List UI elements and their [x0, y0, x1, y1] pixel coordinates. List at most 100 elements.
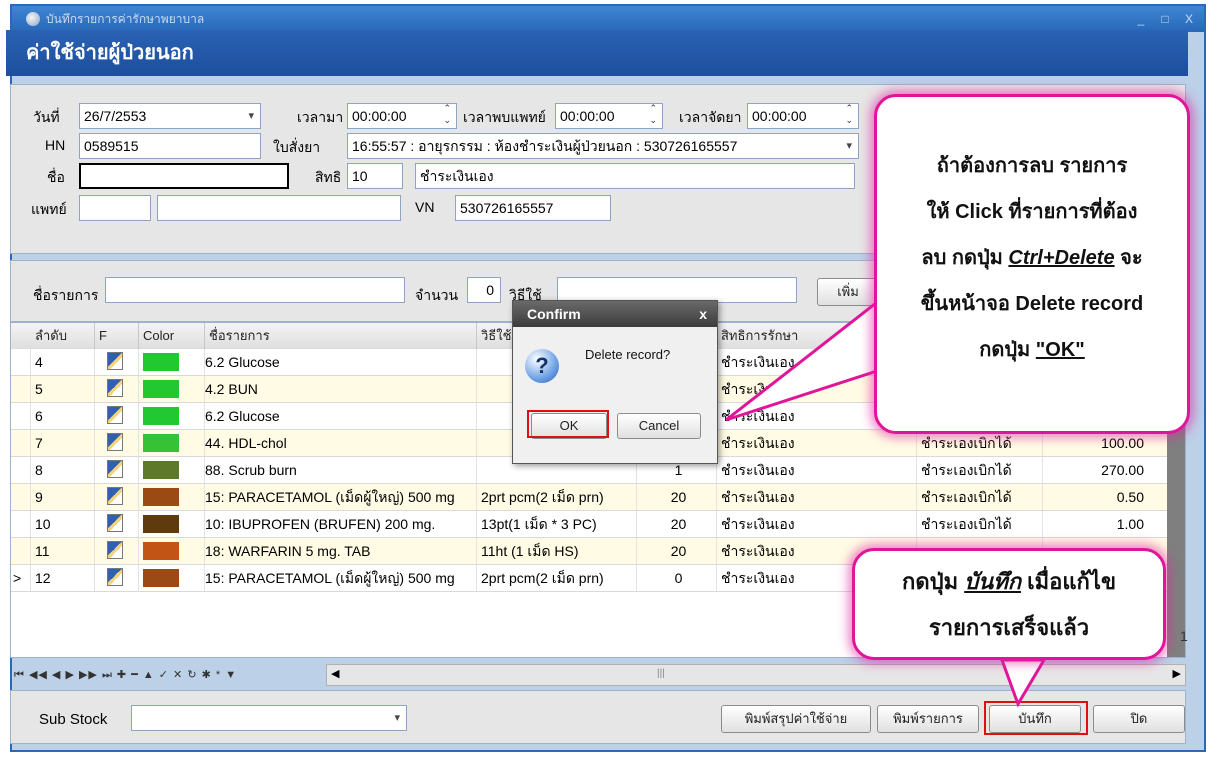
row-edit[interactable]	[95, 403, 139, 429]
arrival-time-field[interactable]: 00:00:00	[347, 103, 457, 129]
row-item-name: 4.2 BUN	[205, 376, 477, 402]
edit-icon[interactable]	[107, 352, 123, 370]
edit-icon[interactable]	[107, 433, 123, 451]
date-field[interactable]: 26/7/2553	[79, 103, 261, 129]
row-color	[139, 349, 205, 375]
color-swatch	[143, 434, 179, 452]
patient-name-field[interactable]	[79, 163, 289, 189]
edit-icon[interactable]	[107, 487, 123, 505]
window-titlebar: บันทึกรายการค่ารักษาพยาบาล _ □ X	[12, 6, 1204, 32]
row-edit[interactable]	[95, 511, 139, 537]
delete-instruction-callout: ถ้าต้องการลบ รายการ ให้ Click ที่รายการท…	[874, 94, 1190, 434]
delete-callout-line5: กดปุ่ม "OK"	[979, 339, 1085, 361]
doctor-time-field[interactable]: 00:00:00	[555, 103, 663, 129]
edit-icon[interactable]	[107, 379, 123, 397]
maximize-icon[interactable]: □	[1156, 6, 1174, 32]
row-right: ชำระเงินเอง	[717, 511, 917, 537]
doctor-code-field[interactable]	[79, 195, 151, 221]
row-indicator	[11, 484, 31, 510]
row-edit[interactable]	[95, 484, 139, 510]
row-usage: 11ht (1 เม็ด HS)	[477, 538, 637, 564]
item-name-input[interactable]	[105, 277, 405, 303]
row-color	[139, 538, 205, 564]
order-label: ใบสั่งยา	[273, 139, 321, 155]
save-callout-line2: รายการเสร็จแล้ว	[928, 615, 1090, 640]
col-item-name[interactable]: ชื่อรายการ	[205, 323, 477, 349]
row-color	[139, 565, 205, 591]
doctor-name-field[interactable]	[157, 195, 401, 221]
print-summary-button[interactable]: พิมพ์สรุปค่าใช้จ่าย	[721, 705, 871, 733]
dialog-close-icon[interactable]: x	[699, 301, 707, 327]
close-icon[interactable]: X	[1180, 6, 1198, 32]
arrival-time-label: เวลามา	[297, 109, 344, 125]
print-list-button[interactable]: พิมพ์รายการ	[877, 705, 979, 733]
row-edit[interactable]	[95, 565, 139, 591]
dispense-time-field[interactable]: 00:00:00	[747, 103, 859, 129]
cancel-button[interactable]: Cancel	[617, 413, 701, 439]
row-indicator	[11, 376, 31, 402]
row-indicator	[11, 403, 31, 429]
add-button[interactable]: เพิ่ม	[817, 278, 879, 306]
record-navigator[interactable]: ⏮ ◀◀ ◀ ▶ ▶▶ ⏭ ✚ ━ ▲ ✓ ✕ ↻ ✱ * ▼	[14, 668, 237, 682]
right-code-field[interactable]: 10	[347, 163, 403, 189]
row-right: ชำระเงินเอง	[717, 430, 917, 456]
edit-icon[interactable]	[107, 514, 123, 532]
row-price: 270.00	[1043, 457, 1169, 483]
row-item-name: 15: PARACETAMOL (เม็ดผู้ใหญ่) 500 mg	[205, 565, 477, 591]
row-indicator	[11, 457, 31, 483]
substock-dropdown[interactable]	[131, 705, 407, 731]
row-edit[interactable]	[95, 457, 139, 483]
row-color	[139, 484, 205, 510]
close-button[interactable]: ปิด	[1093, 705, 1185, 733]
dialog-titlebar: Confirm x	[513, 301, 717, 327]
save-key: บันทึก	[964, 569, 1022, 594]
row-claim: ชำระเองเบิกได้	[917, 484, 1043, 510]
horizontal-scrollbar[interactable]: ◀ ||| ▶	[326, 664, 1186, 686]
edit-icon[interactable]	[107, 406, 123, 424]
col-no[interactable]: ลำดับ	[31, 323, 95, 349]
row-no: 12	[31, 565, 95, 591]
scroll-right-icon[interactable]: ▶	[1173, 667, 1181, 680]
quantity-input[interactable]: 0	[467, 277, 501, 303]
row-claim: ชำระเองเบิกได้	[917, 511, 1043, 537]
color-swatch	[143, 407, 179, 425]
col-color[interactable]: Color	[139, 323, 205, 349]
row-item-name: 88. Scrub burn	[205, 457, 477, 483]
app-icon	[26, 12, 40, 26]
vn-field[interactable]: 530726165557	[455, 195, 611, 221]
doctor-time-label: เวลาพบแพทย์	[463, 109, 546, 125]
minimize-icon[interactable]: _	[1132, 6, 1150, 32]
hn-label: HN	[45, 137, 66, 153]
edit-icon[interactable]	[107, 541, 123, 559]
delete-callout-line1: ถ้าต้องการลบ รายการ	[936, 155, 1128, 177]
window-controls: _ □ X	[1132, 6, 1198, 32]
hn-field[interactable]: 0589515	[79, 133, 261, 159]
row-no: 10	[31, 511, 95, 537]
col-f[interactable]: F	[95, 323, 139, 349]
table-row[interactable]: 9 15: PARACETAMOL (เม็ดผู้ใหญ่) 500 mg 2pr…	[11, 484, 1185, 511]
row-no: 6	[31, 403, 95, 429]
row-edit[interactable]	[95, 376, 139, 402]
ok-key: "OK"	[1035, 339, 1085, 361]
edit-icon[interactable]	[107, 568, 123, 586]
table-row[interactable]: 10 10: IBUPROFEN (BRUFEN) 200 mg. 13pt(1 เ…	[11, 511, 1185, 538]
scroll-thumb-icon[interactable]: |||	[657, 668, 665, 679]
doctor-label: แพทย์	[31, 201, 67, 217]
row-indicator	[11, 538, 31, 564]
scroll-left-icon[interactable]: ◀	[331, 667, 339, 680]
right-name-field[interactable]: ชำระเงินเอง	[415, 163, 855, 189]
edit-icon[interactable]	[107, 460, 123, 478]
quantity-label: จำนวน	[415, 287, 459, 303]
row-edit[interactable]	[95, 430, 139, 456]
date-label: วันที่	[33, 109, 60, 125]
row-edit[interactable]	[95, 349, 139, 375]
order-dropdown[interactable]: 16:55:57 : อายุรกรรม : ห้องชำระเงินผู้ป่…	[347, 133, 859, 159]
vn-label: VN	[415, 199, 435, 215]
row-no: 7	[31, 430, 95, 456]
row-edit[interactable]	[95, 538, 139, 564]
name-label: ชื่อ	[47, 169, 65, 185]
row-usage: 2prt pcm(2 เม็ด prn)	[477, 565, 637, 591]
color-swatch	[143, 353, 179, 371]
color-swatch	[143, 569, 179, 587]
row-qty: 20	[637, 511, 717, 537]
